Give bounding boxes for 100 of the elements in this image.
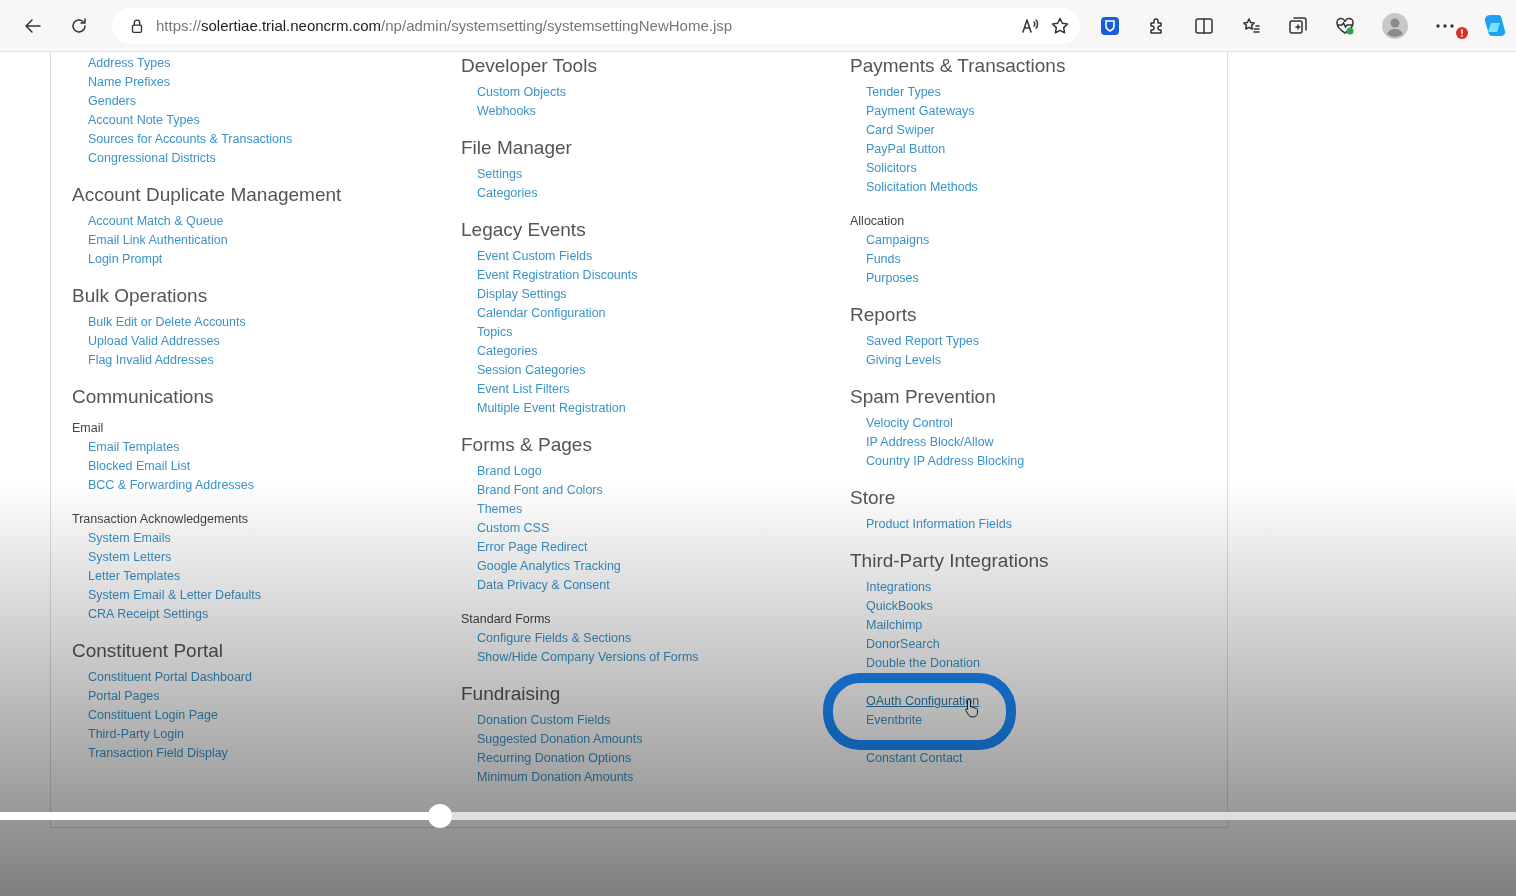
settings-link[interactable]: OAuth Configuration (866, 692, 980, 711)
settings-link[interactable]: Portal Pages (88, 687, 160, 706)
url-text: https://solertiae.trial.neoncrm.com/np/admin/systemsetting/systemsettingNewHome.jsp (156, 17, 734, 34)
settings-link[interactable]: Card Swiper (866, 121, 935, 140)
favorite-star-icon[interactable] (1050, 15, 1070, 36)
settings-link[interactable]: Event Registration Discounts (477, 266, 638, 285)
settings-link[interactable]: Display Settings (477, 285, 567, 304)
settings-link[interactable]: Double the Donation (866, 654, 980, 673)
settings-link[interactable]: Configure Fields & Sections (477, 629, 632, 648)
settings-link[interactable]: Integrations (866, 578, 932, 597)
settings-link[interactable]: IP Address Block/Allow (866, 433, 994, 452)
settings-link[interactable]: Constituent Portal Dashboard (88, 668, 252, 687)
settings-link[interactable]: Sources for Accounts & Transactions (88, 130, 293, 149)
settings-link[interactable]: Custom Objects (477, 83, 566, 102)
settings-link[interactable]: Address Types (88, 54, 171, 73)
settings-link[interactable]: DonorSearch (866, 635, 940, 654)
settings-link[interactable]: Giving Levels (866, 351, 942, 370)
settings-link[interactable]: Donation Custom Fields (477, 711, 611, 730)
subsection-label: Email (72, 420, 104, 437)
copilot-icon[interactable] (1482, 12, 1508, 39)
settings-link[interactable]: Funds (866, 250, 901, 269)
alert-badge-icon (1456, 26, 1468, 39)
settings-link[interactable]: System Emails (88, 529, 171, 548)
settings-link[interactable]: Account Note Types (88, 111, 200, 130)
settings-link[interactable]: Constituent Login Page (88, 706, 218, 725)
video-progress-track[interactable] (0, 812, 1516, 820)
settings-link[interactable]: Third-Party Login (88, 725, 184, 744)
settings-link[interactable]: System Letters (88, 548, 172, 567)
settings-link[interactable]: Event List Filters (477, 380, 570, 399)
settings-link[interactable]: Flag Invalid Addresses (88, 351, 214, 370)
settings-link[interactable]: Themes (477, 500, 523, 519)
subsection-label: Standard Forms (461, 611, 551, 628)
settings-link[interactable]: System Email & Letter Defaults (88, 586, 261, 605)
profile-avatar-icon[interactable] (1382, 12, 1408, 39)
settings-link[interactable]: Email Link Authentication (88, 231, 228, 250)
settings-link[interactable]: Eventbrite (866, 711, 923, 730)
settings-link[interactable]: QuickBooks (866, 597, 933, 616)
settings-link[interactable]: Campaigns (866, 231, 930, 250)
settings-link[interactable]: Webhooks (477, 102, 536, 121)
settings-link[interactable]: Constant Contact (866, 749, 963, 768)
section-heading: Forms & Pages (461, 433, 592, 457)
collections-icon[interactable] (1288, 15, 1308, 36)
settings-link[interactable]: Payment Gateways (866, 102, 975, 121)
reload-icon[interactable] (69, 15, 89, 36)
settings-link[interactable]: Upload Valid Addresses (88, 332, 220, 351)
settings-link[interactable]: PayPal Button (866, 140, 946, 159)
settings-link[interactable]: Product Information Fields (866, 515, 1012, 534)
shield-icon[interactable] (1100, 15, 1120, 36)
settings-link[interactable]: Settings (477, 165, 523, 184)
settings-link[interactable]: Topics (477, 323, 513, 342)
settings-link[interactable]: Solicitors (866, 159, 917, 178)
settings-link[interactable]: Categories (477, 342, 538, 361)
settings-link[interactable]: Categories (477, 184, 538, 203)
settings-link[interactable]: Purposes (866, 269, 919, 288)
settings-link[interactable]: Blocked Email List (88, 457, 191, 476)
settings-link[interactable]: Custom CSS (477, 519, 550, 538)
section-heading: Account Duplicate Management (72, 183, 342, 207)
settings-link[interactable]: Error Page Redirect (477, 538, 588, 557)
settings-link[interactable]: Congressional Districts (88, 149, 216, 168)
settings-link[interactable]: Data Privacy & Consent (477, 576, 610, 595)
heart-pulse-icon[interactable] (1335, 15, 1355, 36)
section-heading: Legacy Events (461, 218, 586, 242)
settings-link[interactable]: Solicitation Methods (866, 178, 978, 197)
section-heading: Store (850, 486, 896, 510)
section-heading: Bulk Operations (72, 284, 208, 308)
settings-link[interactable]: Minimum Donation Amounts (477, 768, 634, 787)
settings-link[interactable]: Suggested Donation Amounts (477, 730, 643, 749)
settings-link[interactable]: Login Prompt (88, 250, 163, 269)
favorites-list-icon[interactable] (1241, 15, 1261, 36)
split-screen-icon[interactable] (1194, 15, 1214, 36)
settings-link[interactable]: BCC & Forwarding Addresses (88, 476, 255, 495)
settings-link[interactable]: Velocity Control (866, 414, 953, 433)
settings-link[interactable]: Tender Types (866, 83, 941, 102)
section-heading: Fundraising (461, 682, 561, 706)
video-progress-thumb[interactable] (427, 804, 452, 828)
settings-link[interactable]: Google Analytics Tracking (477, 557, 621, 576)
settings-link[interactable]: Bulk Edit or Delete Accounts (88, 313, 246, 332)
settings-link[interactable]: Saved Report Types (866, 332, 980, 351)
settings-link[interactable]: Brand Font and Colors (477, 481, 603, 500)
settings-link[interactable]: Brand Logo (477, 462, 542, 481)
settings-link[interactable]: Calendar Configuration (477, 304, 606, 323)
settings-link[interactable]: Mailchimp (866, 616, 923, 635)
subsection-label: Transaction Acknowledgements (72, 511, 249, 528)
settings-link[interactable]: Name Prefixes (88, 73, 170, 92)
settings-link[interactable]: Event Custom Fields (477, 247, 593, 266)
settings-link[interactable]: Recurring Donation Options (477, 749, 632, 768)
section-heading: Developer Tools (461, 54, 597, 78)
section-heading: Third-Party Integrations (850, 549, 1049, 573)
settings-link[interactable]: Transaction Field Display (88, 744, 228, 763)
settings-link[interactable]: Genders (88, 92, 136, 111)
settings-link[interactable]: CRA Receipt Settings (88, 605, 209, 624)
settings-link[interactable]: Country IP Address Blocking (866, 452, 1025, 471)
settings-link[interactable]: Multiple Event Registration (477, 399, 626, 418)
settings-link[interactable]: Letter Templates (88, 567, 181, 586)
address-bar[interactable]: https://solertiae.trial.neoncrm.com/np/admin/systemsetting/systemsettingNewHome.jsp (112, 7, 1080, 44)
settings-link[interactable]: Show/Hide Company Versions of Forms (477, 648, 699, 667)
more-options-icon[interactable] (1435, 22, 1455, 29)
settings-link[interactable]: Account Match & Queue (88, 212, 224, 231)
settings-link[interactable]: Session Categories (477, 361, 586, 380)
settings-link[interactable]: Email Templates (88, 438, 180, 457)
